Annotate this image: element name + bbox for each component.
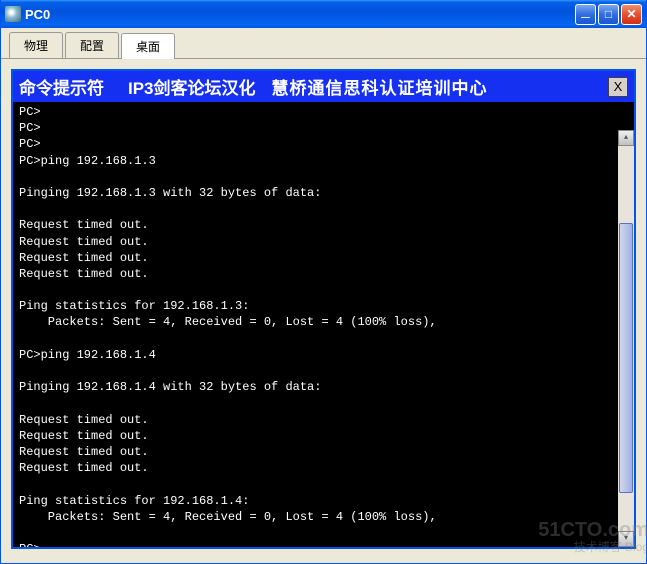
console-title-1: 命令提示符 — [19, 74, 104, 99]
console-title-2: IP3剑客论坛汉化 — [128, 74, 256, 99]
scroll-down-button[interactable]: ▾ — [618, 531, 634, 547]
tab-desktop[interactable]: 桌面 — [121, 33, 175, 59]
maximize-button[interactable]: □ — [598, 4, 619, 25]
app-icon — [5, 6, 21, 22]
content-area: 命令提示符 IP3剑客论坛汉化 慧桥通信思科认证培训中心 X PC> PC> P… — [1, 59, 646, 559]
tab-physical[interactable]: 物理 — [9, 32, 63, 58]
titlebar[interactable]: PC0 ─ □ ✕ — [1, 0, 646, 28]
console-output[interactable]: PC> PC> PC> PC>ping 192.168.1.3 Pinging … — [13, 102, 634, 547]
console-text: PC> PC> PC> PC>ping 192.168.1.3 Pinging … — [19, 104, 628, 547]
console-close-button[interactable]: X — [608, 77, 628, 97]
tab-bar: 物理 配置 桌面 — [1, 28, 646, 59]
window-controls: ─ □ ✕ — [575, 4, 642, 25]
console-title-3: 慧桥通信思科认证培训中心 — [272, 74, 608, 99]
console-titlebar[interactable]: 命令提示符 IP3剑客论坛汉化 慧桥通信思科认证培训中心 X — [13, 71, 634, 102]
vertical-scrollbar[interactable]: ▴ ▾ — [618, 130, 634, 547]
tab-config[interactable]: 配置 — [65, 32, 119, 58]
console-window: 命令提示符 IP3剑客论坛汉化 慧桥通信思科认证培训中心 X PC> PC> P… — [11, 69, 636, 549]
app-window: PC0 ─ □ ✕ 物理 配置 桌面 命令提示符 IP3剑客论坛汉化 慧桥通信思… — [0, 0, 647, 564]
console-body-wrap: PC> PC> PC> PC>ping 192.168.1.3 Pinging … — [13, 102, 634, 547]
scrollbar-track[interactable] — [618, 146, 634, 531]
close-button[interactable]: ✕ — [621, 4, 642, 25]
scrollbar-thumb[interactable] — [619, 223, 633, 493]
window-title: PC0 — [25, 7, 575, 22]
minimize-button[interactable]: ─ — [575, 4, 596, 25]
scroll-up-button[interactable]: ▴ — [618, 130, 634, 146]
